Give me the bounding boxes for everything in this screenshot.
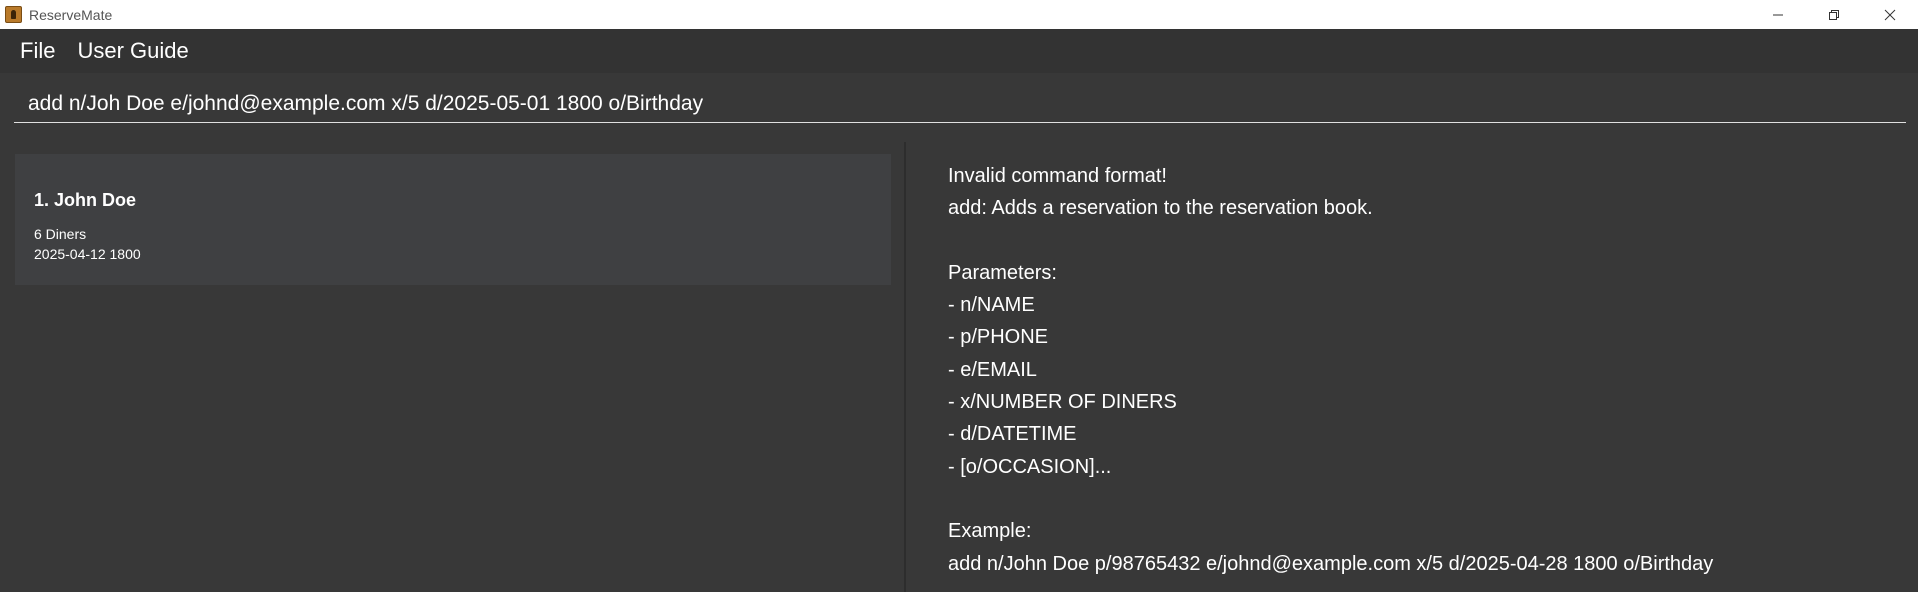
window-controls bbox=[1750, 0, 1918, 29]
reservation-list-panel[interactable]: 1. John Doe 6 Diners 2025-04-12 1800 bbox=[0, 142, 904, 592]
result-display[interactable]: Invalid command format! add: Adds a rese… bbox=[906, 142, 1918, 592]
menu-bar: File User Guide bbox=[0, 29, 1918, 73]
menu-file[interactable]: File bbox=[20, 38, 55, 64]
command-input[interactable] bbox=[14, 85, 1906, 123]
reservation-diners: 6 Diners bbox=[34, 226, 87, 242]
reservation-name: 1. John Doe bbox=[34, 190, 137, 210]
reservation-datetime: 2025-04-12 1800 bbox=[34, 246, 141, 262]
window-title: ReserveMate bbox=[29, 6, 113, 23]
close-icon bbox=[1884, 9, 1896, 20]
restore-icon bbox=[1829, 9, 1839, 20]
title-bar: ReserveMate bbox=[0, 0, 1918, 29]
menu-user-guide[interactable]: User Guide bbox=[77, 38, 188, 64]
restore-button[interactable] bbox=[1806, 0, 1862, 29]
app-icon bbox=[5, 6, 22, 23]
close-button[interactable] bbox=[1862, 0, 1918, 29]
minimize-button[interactable] bbox=[1750, 0, 1806, 29]
command-box bbox=[0, 73, 1918, 142]
minimize-icon bbox=[1773, 14, 1783, 15]
reservation-card[interactable]: 1. John Doe 6 Diners 2025-04-12 1800 bbox=[15, 154, 891, 285]
result-message: Invalid command format! add: Adds a rese… bbox=[948, 165, 1714, 575]
